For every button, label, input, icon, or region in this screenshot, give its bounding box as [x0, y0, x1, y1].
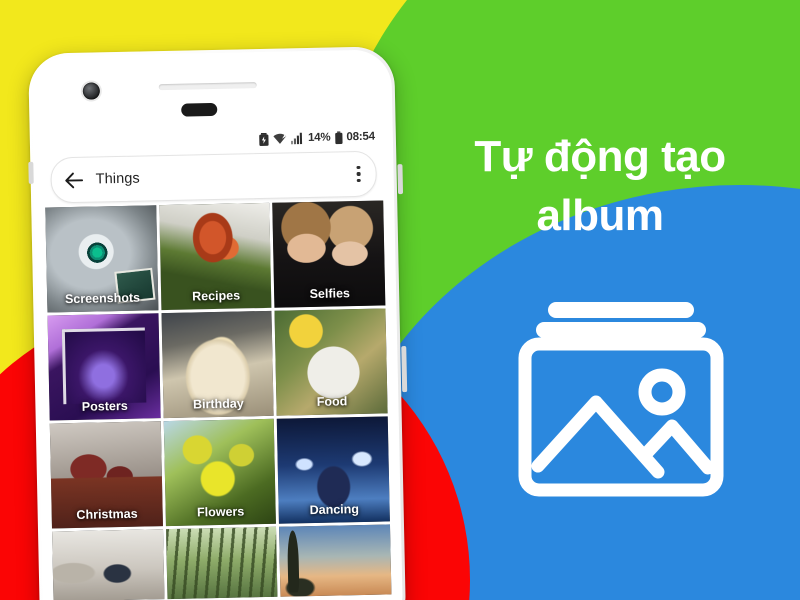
phone-power-button[interactable]: [397, 164, 404, 195]
back-arrow-icon[interactable]: [52, 171, 96, 189]
promo-banner: Tự động tạo album 14% 08:54 Things Scree…: [0, 0, 800, 600]
album-tile[interactable]: Recipes: [158, 202, 272, 311]
overflow-menu-icon[interactable]: [341, 152, 376, 197]
toolbar-title: Things: [95, 170, 140, 188]
album-tile[interactable]: Flowers: [163, 418, 277, 527]
battery-icon: [334, 130, 343, 144]
album-label: Screenshots: [64, 290, 141, 307]
album-label: Flowers: [196, 504, 245, 520]
album-tile[interactable]: Selfies: [272, 200, 386, 308]
album-tile[interactable]: [279, 524, 392, 597]
album-label: Christmas: [76, 506, 138, 522]
album-label: Dancing: [309, 502, 360, 518]
battery-percent-label: 14%: [307, 131, 331, 145]
album-label: Food: [316, 394, 348, 409]
album-tile[interactable]: Screenshots: [45, 205, 159, 313]
album-tile[interactable]: [165, 526, 278, 600]
album-tile[interactable]: Dancing: [277, 416, 390, 524]
album-tile[interactable]: Christmas: [49, 421, 163, 529]
album-tile[interactable]: Food: [274, 308, 388, 416]
wifi-icon: [273, 133, 287, 144]
album-thumbnail: [279, 524, 392, 597]
album-tile[interactable]: [52, 529, 165, 600]
album-label: Recipes: [192, 288, 241, 304]
album-label: Posters: [81, 398, 128, 414]
app-toolbar: Things: [50, 150, 378, 204]
phone-mockup: 14% 08:54 Things Screenshots Recipes Sel…: [28, 46, 410, 600]
album-label: Birthday: [192, 396, 244, 412]
promo-headline: Tự động tạo album: [474, 132, 726, 240]
album-tile[interactable]: Birthday: [161, 310, 275, 419]
album-label: Selfies: [309, 286, 351, 302]
phone-side-button-left[interactable]: [28, 161, 34, 184]
phone-volume-button[interactable]: [401, 346, 408, 393]
battery-saver-icon: [259, 132, 269, 146]
gallery-stack-icon: [518, 298, 724, 498]
proximity-sensor: [181, 102, 218, 117]
phone-screen: 14% 08:54 Things Screenshots Recipes Sel…: [41, 124, 395, 600]
clock-label: 08:54: [346, 130, 375, 144]
album-thumbnail: [52, 529, 165, 600]
album-thumbnail: [165, 526, 278, 600]
signal-bars-icon: [291, 132, 303, 145]
album-grid: Screenshots Recipes Selfies Posters Birt…: [43, 200, 393, 600]
album-tile[interactable]: Posters: [47, 313, 161, 421]
